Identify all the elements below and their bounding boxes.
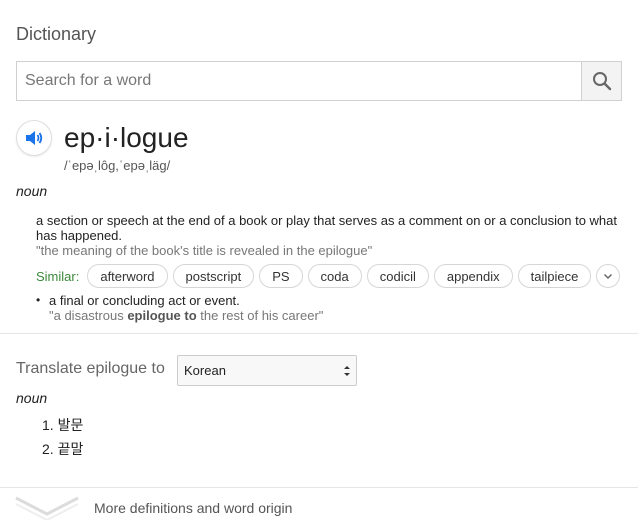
example-2-post: the rest of his career"	[196, 308, 324, 323]
language-select[interactable]: Korean	[177, 355, 357, 386]
bullet: •	[36, 293, 41, 307]
part-of-speech: noun	[16, 183, 48, 199]
page-title: Dictionary	[16, 24, 97, 44]
divider	[0, 333, 638, 334]
select-arrows-icon	[344, 366, 350, 376]
language-select-value: Korean	[184, 363, 226, 378]
similar-chip-ps[interactable]: PS	[259, 264, 303, 288]
similar-chip-appendix[interactable]: appendix	[433, 264, 513, 288]
similar-chip-tailpiece[interactable]: tailpiece	[517, 264, 592, 288]
more-definitions-label: More definitions and word origin	[94, 500, 293, 516]
more-similar-button[interactable]	[596, 264, 621, 288]
similar-chip-postscript[interactable]: postscript	[172, 264, 255, 288]
similar-chip-afterword[interactable]: afterword	[87, 264, 168, 288]
example-2-highlight: epilogue to	[127, 308, 197, 323]
translation-list: 1. 발문 2. 끝말	[42, 417, 83, 465]
translation-part-of-speech: noun	[16, 390, 48, 406]
search-input[interactable]	[17, 62, 581, 100]
speaker-icon	[26, 131, 43, 145]
similar-chip-coda[interactable]: coda	[307, 264, 362, 288]
headword: ep·i·logue	[64, 122, 189, 153]
phonetic-transcription: /ˈepəˌlôg,ˈepəˌläg/	[64, 158, 171, 173]
search-icon	[592, 72, 611, 91]
translation-item: 1. 발문	[42, 417, 84, 433]
similar-label: Similar:	[36, 268, 80, 284]
translate-label: Translate epilogue to	[16, 360, 165, 377]
similar-chip-codicil[interactable]: codicil	[366, 264, 429, 288]
definition-1: a section or speech at the end of a book…	[36, 213, 618, 243]
search-button[interactable]	[581, 62, 621, 100]
pronounce-button[interactable]	[16, 120, 52, 156]
more-definitions-button[interactable]: More definitions and word origin	[0, 488, 638, 528]
chevron-down-icon	[604, 273, 613, 280]
example-2: "a disastrous epilogue to the rest of hi…	[49, 308, 549, 323]
definition-2: a final or concluding act or event.	[49, 293, 240, 308]
example-2-pre: "a disastrous	[49, 308, 128, 323]
chevron-down-icon	[15, 496, 79, 520]
similar-words-row: Similar: afterword postscript PS coda co…	[36, 264, 621, 288]
search-bar	[16, 61, 622, 101]
example-1: "the meaning of the book's title is reve…	[36, 243, 373, 258]
translation-item: 2. 끝말	[42, 441, 84, 457]
